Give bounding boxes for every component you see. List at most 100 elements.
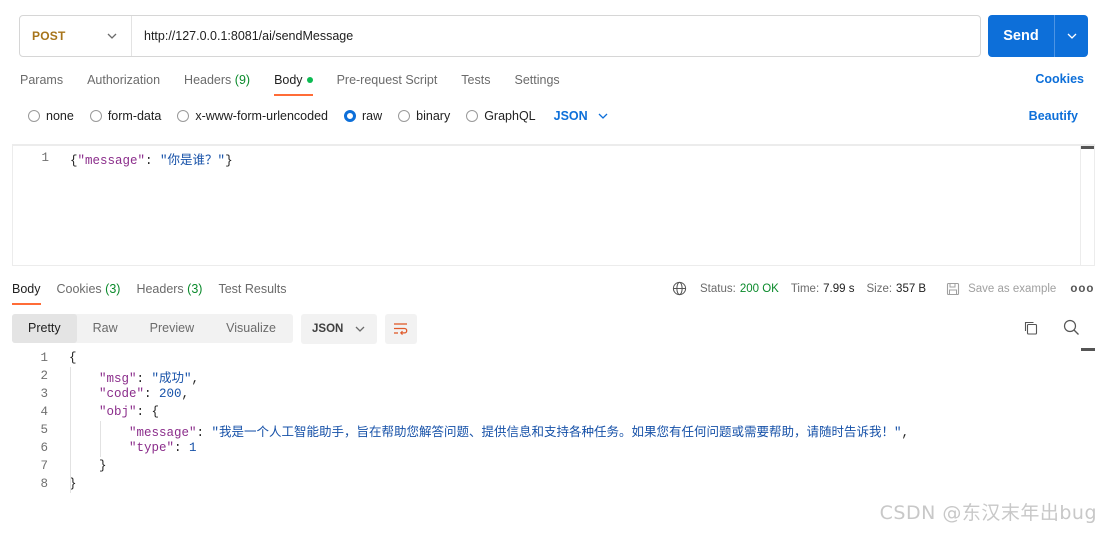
- radio-label: form-data: [107, 109, 162, 123]
- request-tab-body[interactable]: Body: [274, 70, 313, 96]
- response-tab-headers[interactable]: Headers (3): [136, 279, 202, 305]
- response-tab-test-results[interactable]: Test Results: [218, 279, 286, 305]
- request-tab-authorization[interactable]: Authorization: [87, 70, 160, 96]
- size-value: 357 B: [896, 282, 927, 295]
- code-token: : {: [136, 405, 160, 419]
- code-token: "obj": [99, 405, 137, 419]
- tab-label: Body: [274, 73, 303, 87]
- code-token: "你是谁？": [160, 153, 226, 168]
- radio-label: binary: [416, 109, 451, 123]
- code-line: 7}: [12, 457, 1095, 475]
- response-tabs: Body Cookies (3) Headers (3) Test Results: [12, 279, 303, 305]
- response-format-select[interactable]: JSON: [301, 314, 377, 344]
- copy-icon: [1024, 321, 1038, 335]
- body-type-binary[interactable]: binary: [398, 109, 450, 123]
- code-text: }: [48, 477, 77, 491]
- code-line: 1 {"message": "你是谁？"}: [13, 149, 1094, 168]
- method-label: POST: [32, 29, 66, 43]
- request-tab-tests[interactable]: Tests: [461, 70, 490, 96]
- code-line: 3 "code": 200,: [12, 385, 1095, 403]
- response-meta: Status: 200 OK Time: 7.99 s Size: 357 B …: [672, 281, 1094, 296]
- view-mode-pretty[interactable]: Pretty: [12, 314, 77, 343]
- wrap-lines-button[interactable]: [385, 314, 417, 344]
- time-label: Time:: [790, 282, 820, 295]
- tab-label: Cookies: [56, 282, 102, 296]
- line-number: 7: [40, 459, 48, 473]
- body-type-GraphQL[interactable]: GraphQL: [466, 109, 536, 123]
- viewer-scrollbar[interactable]: [1081, 348, 1095, 368]
- response-body-viewer[interactable]: 1{2 "msg": "成功", 3 "code": 200, 4 "obj": {5 "m…: [12, 348, 1095, 498]
- send-button-group: Send: [988, 15, 1088, 57]
- editor-scrollbar[interactable]: [1080, 146, 1094, 265]
- status-label: Status:: [700, 282, 736, 295]
- code-line: 4 "obj": {: [12, 403, 1095, 421]
- code-token: "type": [129, 441, 175, 455]
- code-token: 1: [189, 441, 197, 455]
- body-type-raw[interactable]: raw: [344, 109, 382, 123]
- search-button[interactable]: [1063, 319, 1080, 339]
- tab-count: (3): [187, 282, 203, 296]
- response-tab-cookies[interactable]: Cookies (3): [57, 279, 121, 305]
- code-token: ,: [191, 371, 200, 386]
- request-code-lines: 1 {"message": "你是谁？"}: [13, 146, 1094, 168]
- radio-icon: [344, 110, 356, 122]
- view-mode-preview[interactable]: Preview: [134, 314, 210, 343]
- more-options-button[interactable]: ooo: [1070, 283, 1094, 295]
- line-number: 2: [40, 369, 48, 383]
- radio-icon: [89, 110, 102, 122]
- code-token: }: [225, 153, 233, 168]
- view-mode-raw[interactable]: Raw: [77, 314, 134, 343]
- code-line: 5 "message": "我是一个人工智能助手，旨在帮助您解答问题、提供信息和支…: [12, 421, 1095, 440]
- request-tab-params[interactable]: Params: [20, 70, 63, 96]
- radio-label: none: [46, 109, 74, 123]
- send-options-button[interactable]: [1055, 33, 1088, 39]
- tab-count: (9): [234, 73, 251, 87]
- view-mode-visualize[interactable]: Visualize: [210, 314, 292, 343]
- chevron-down-icon: [107, 33, 117, 39]
- line-number: 3: [40, 387, 48, 401]
- code-text: {"message": "你是谁？"}: [49, 149, 233, 168]
- line-number: 4: [40, 405, 48, 419]
- line-number: 1: [40, 351, 48, 365]
- response-code-lines: 1{2 "msg": "成功", 3 "code": 200, 4 "obj": {5 "m…: [12, 348, 1095, 493]
- beautify-button[interactable]: Beautify: [1029, 109, 1078, 123]
- send-button[interactable]: Send: [988, 28, 1054, 44]
- code-token: {: [70, 153, 78, 168]
- method-select[interactable]: POST: [20, 16, 132, 56]
- body-type-none[interactable]: none: [28, 109, 74, 123]
- watermark: CSDN @东汉末年出bug: [879, 502, 1097, 524]
- line-number: 1: [41, 151, 49, 165]
- body-type-x-www-form-urlencoded[interactable]: x-www-form-urlencoded: [177, 109, 328, 123]
- code-token: {: [69, 351, 77, 365]
- request-tab-pre-request-script[interactable]: Pre-request Script: [337, 70, 438, 96]
- status-value: 200 OK: [739, 282, 779, 295]
- tab-count: (3): [105, 282, 121, 296]
- request-body-editor[interactable]: 1 {"message": "你是谁？"}: [12, 144, 1095, 266]
- code-token: 200: [159, 387, 182, 401]
- body-type-form-data[interactable]: form-data: [89, 109, 162, 123]
- code-line: 1{: [12, 349, 1095, 367]
- body-type-options: none form-data x-www-form-urlencoded raw bin…: [28, 106, 608, 126]
- radio-icon: [398, 110, 411, 122]
- code-token: ,: [181, 387, 190, 401]
- indent-guide: [70, 367, 71, 493]
- code-line: 6 "type": 1: [12, 439, 1095, 457]
- body-format-select[interactable]: JSON: [554, 109, 608, 123]
- code-token: "message": [129, 425, 197, 440]
- cookies-link[interactable]: Cookies: [1035, 72, 1084, 86]
- request-tab-headers[interactable]: Headers (9): [184, 70, 250, 96]
- url-input[interactable]: [132, 16, 980, 56]
- code-token: "我是一个人工智能助手，旨在帮助您解答问题、提供信息和支持各种任务。如果您有任何…: [211, 425, 902, 440]
- code-token: :: [144, 387, 160, 401]
- tab-label: Tests: [461, 73, 491, 87]
- tab-label: Headers: [184, 73, 232, 87]
- radio-label: x-www-form-urlencoded: [195, 109, 328, 123]
- request-tab-settings[interactable]: Settings: [514, 70, 559, 96]
- copy-button[interactable]: [1023, 320, 1039, 339]
- chevron-down-icon: [355, 326, 365, 332]
- response-format-label: JSON: [312, 323, 344, 335]
- save-as-example-button[interactable]: Save as example: [946, 282, 1056, 296]
- response-tab-body[interactable]: Body: [12, 279, 41, 305]
- indent-guide: [100, 421, 101, 457]
- tab-label: Authorization: [87, 73, 161, 87]
